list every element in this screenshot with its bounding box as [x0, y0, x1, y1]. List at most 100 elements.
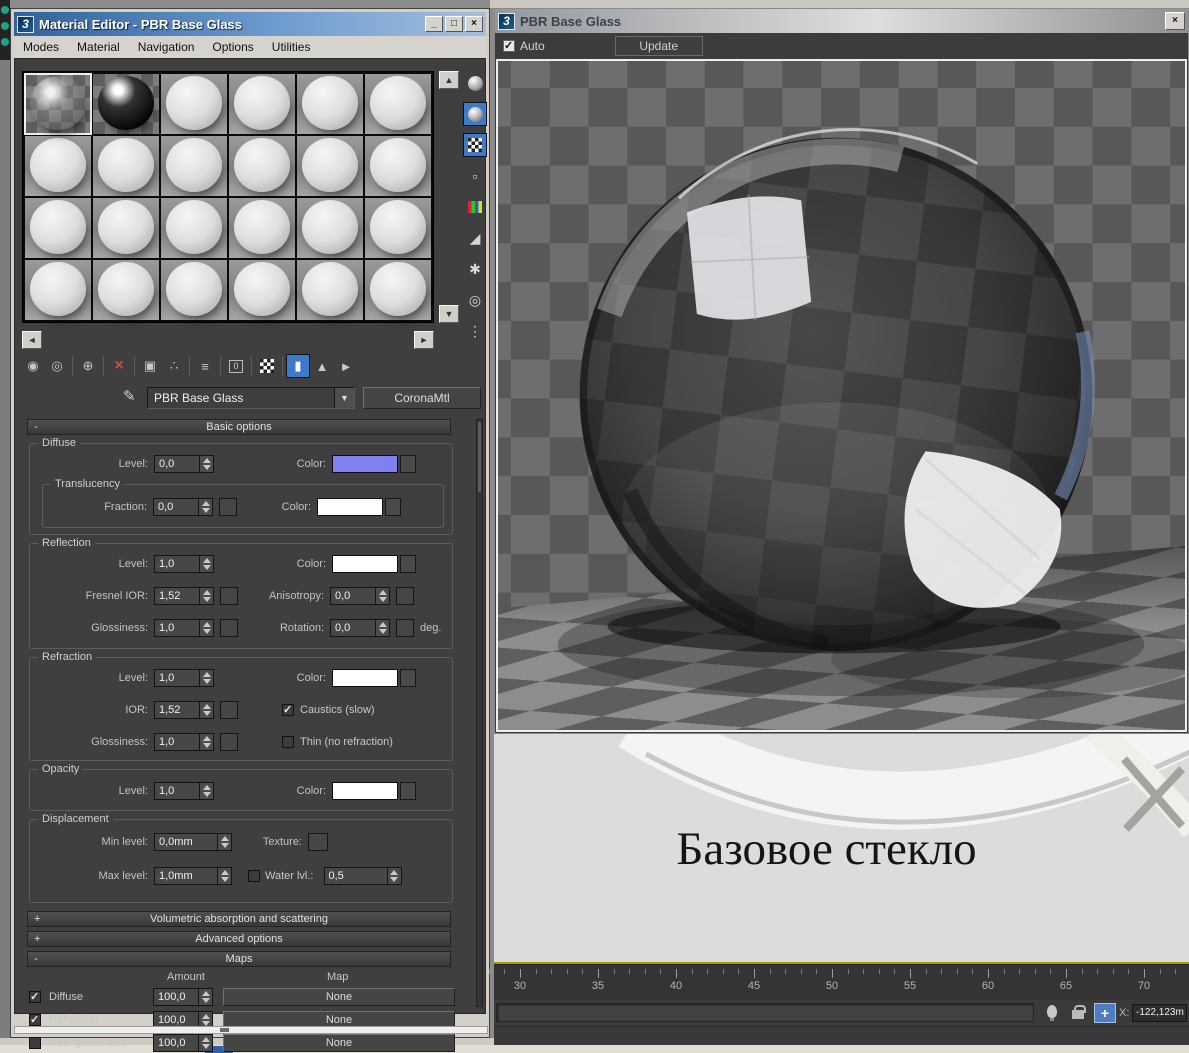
menu-options[interactable]: Options	[203, 40, 262, 54]
sample-uv-tiling-icon[interactable]: ▫	[463, 164, 487, 188]
make-unique-icon[interactable]: ∴	[162, 354, 186, 378]
main-viewport[interactable]: Базовое стекло	[494, 734, 1189, 962]
diffuse-color-swatch[interactable]	[332, 455, 398, 473]
reflection-color-map-button[interactable]	[400, 555, 416, 573]
anisotropy-map-button[interactable]	[396, 587, 414, 605]
sample-slot[interactable]	[93, 74, 159, 134]
maps-refl-glossiness-amount-spinner[interactable]: 100,0	[153, 1034, 213, 1052]
fresnel-ior-map-button[interactable]	[220, 587, 238, 605]
sample-slot[interactable]	[93, 136, 159, 196]
translucency-fraction-spinner[interactable]: 0,0	[153, 498, 213, 516]
selection-lock-icon[interactable]	[1072, 1010, 1084, 1019]
show-end-result-icon[interactable]: ▮	[286, 354, 310, 378]
reflection-color-swatch[interactable]	[332, 555, 398, 573]
diffuse-color-map-button[interactable]	[400, 455, 416, 473]
fresnel-ior-spinner[interactable]: 1,52	[154, 587, 214, 605]
sample-slot[interactable]	[161, 74, 227, 134]
minimize-button[interactable]: _	[425, 16, 443, 32]
menu-utilities[interactable]: Utilities	[263, 40, 320, 54]
maps-diffuse-amount-spinner[interactable]: 100,0	[153, 988, 213, 1006]
parameters-scrollbar[interactable]	[476, 419, 483, 1007]
put-material-to-scene-icon[interactable]: ◎	[45, 354, 69, 378]
background-checker-icon[interactable]	[463, 133, 487, 157]
render-title-bar[interactable]: 3 PBR Base Glass ×	[495, 9, 1188, 33]
maps-diffuse-map-button[interactable]: None	[223, 988, 455, 1006]
go-forward-to-sibling-icon[interactable]: ►	[334, 354, 358, 378]
timeline-ruler[interactable]: 303540455055606570	[494, 964, 1189, 1000]
material-options-icon[interactable]: ✱	[463, 257, 487, 281]
sample-slot[interactable]	[297, 260, 363, 320]
make-preview-icon[interactable]: ◢	[463, 226, 487, 250]
track-bar[interactable]	[496, 1003, 1034, 1022]
window-horizontal-scrollbar[interactable]	[14, 1026, 488, 1034]
sample-slot[interactable]	[297, 198, 363, 258]
pick-material-eyedropper-icon[interactable]: ✎	[123, 387, 136, 405]
refraction-ior-spinner[interactable]: 1,52	[154, 701, 214, 719]
refraction-ior-map-button[interactable]	[220, 701, 238, 719]
reflection-level-spinner[interactable]: 1,0	[154, 555, 214, 573]
sample-slot[interactable]	[25, 198, 91, 258]
scroll-down-button[interactable]: ▼	[439, 305, 459, 323]
rotation-map-button[interactable]	[396, 619, 414, 637]
displacement-min-spinner[interactable]: 0,0mm	[154, 833, 232, 851]
assign-material-to-selection-icon[interactable]: ⊕	[76, 354, 100, 378]
scroll-up-button[interactable]: ▲	[439, 71, 459, 89]
material-name-dropdown[interactable]: PBR Base Glass ▼	[147, 387, 355, 409]
refraction-glossiness-spinner[interactable]: 1,0	[154, 733, 214, 751]
reflection-glossiness-map-button[interactable]	[220, 619, 238, 637]
rollout-maps[interactable]: - Maps	[27, 951, 451, 967]
sample-slot[interactable]	[25, 74, 91, 134]
key-mode-lightbulb-icon[interactable]	[1047, 1005, 1057, 1018]
refraction-level-spinner[interactable]: 1,0	[154, 669, 214, 687]
x-coordinate-field[interactable]: -122,123m	[1132, 1004, 1187, 1022]
material-map-navigator-icon[interactable]: ⋮	[463, 319, 487, 343]
rotation-spinner[interactable]: 0,0	[330, 619, 390, 637]
rollout-volumetric[interactable]: + Volumetric absorption and scattering	[27, 911, 451, 927]
close-button[interactable]: ×	[465, 16, 483, 32]
update-button[interactable]: Update	[615, 36, 703, 56]
menu-modes[interactable]: Modes	[14, 40, 68, 54]
menu-navigation[interactable]: Navigation	[129, 40, 204, 54]
sample-slot[interactable]	[161, 198, 227, 258]
video-color-check-icon[interactable]	[463, 195, 487, 219]
sample-slot[interactable]	[365, 74, 431, 134]
displacement-texture-map-button[interactable]	[308, 833, 328, 851]
sample-slot[interactable]	[93, 260, 159, 320]
displacement-max-spinner[interactable]: 1,0mm	[154, 867, 232, 885]
sample-type-sphere-icon[interactable]	[463, 71, 487, 95]
diffuse-level-spinner[interactable]: 0,0	[154, 455, 214, 473]
refraction-color-swatch[interactable]	[332, 669, 398, 687]
menu-material[interactable]: Material	[68, 40, 129, 54]
reflection-glossiness-spinner[interactable]: 1,0	[154, 619, 214, 637]
water-level-spinner[interactable]: 0,5	[324, 867, 402, 885]
sample-slot[interactable]	[229, 198, 295, 258]
translucency-color-swatch[interactable]	[317, 498, 383, 516]
caustics-checkbox[interactable]	[282, 704, 294, 716]
sample-slot[interactable]	[229, 260, 295, 320]
opacity-color-map-button[interactable]	[400, 782, 416, 800]
chevron-down-icon[interactable]: ▼	[334, 388, 354, 408]
transform-gizmo-icon[interactable]: +	[1094, 1003, 1116, 1023]
sample-slot[interactable]	[229, 136, 295, 196]
sample-slot[interactable]	[297, 136, 363, 196]
rollout-basic-options[interactable]: - Basic options	[27, 419, 451, 435]
backlight-icon[interactable]	[463, 102, 487, 126]
sample-slot[interactable]	[365, 136, 431, 196]
sample-slot[interactable]	[25, 136, 91, 196]
auto-checkbox[interactable]	[503, 40, 515, 52]
refraction-color-map-button[interactable]	[400, 669, 416, 687]
maps-refl-glossiness-map-button[interactable]: None	[223, 1034, 455, 1052]
select-by-material-icon[interactable]: ◎	[463, 288, 487, 312]
maps-diffuse-checkbox[interactable]	[29, 991, 41, 1003]
translucency-color-map-button[interactable]	[385, 498, 401, 516]
sample-slot[interactable]	[161, 136, 227, 196]
sample-slot[interactable]	[25, 260, 91, 320]
maps-refl-glossiness-checkbox[interactable]	[29, 1037, 41, 1049]
show-map-in-viewport-icon[interactable]	[255, 354, 279, 378]
translucency-fraction-map-button[interactable]	[219, 498, 237, 516]
sample-slot[interactable]	[229, 74, 295, 134]
anisotropy-spinner[interactable]: 0,0	[330, 587, 390, 605]
water-level-checkbox[interactable]	[248, 870, 260, 882]
sample-slot[interactable]	[365, 198, 431, 258]
opacity-color-swatch[interactable]	[332, 782, 398, 800]
